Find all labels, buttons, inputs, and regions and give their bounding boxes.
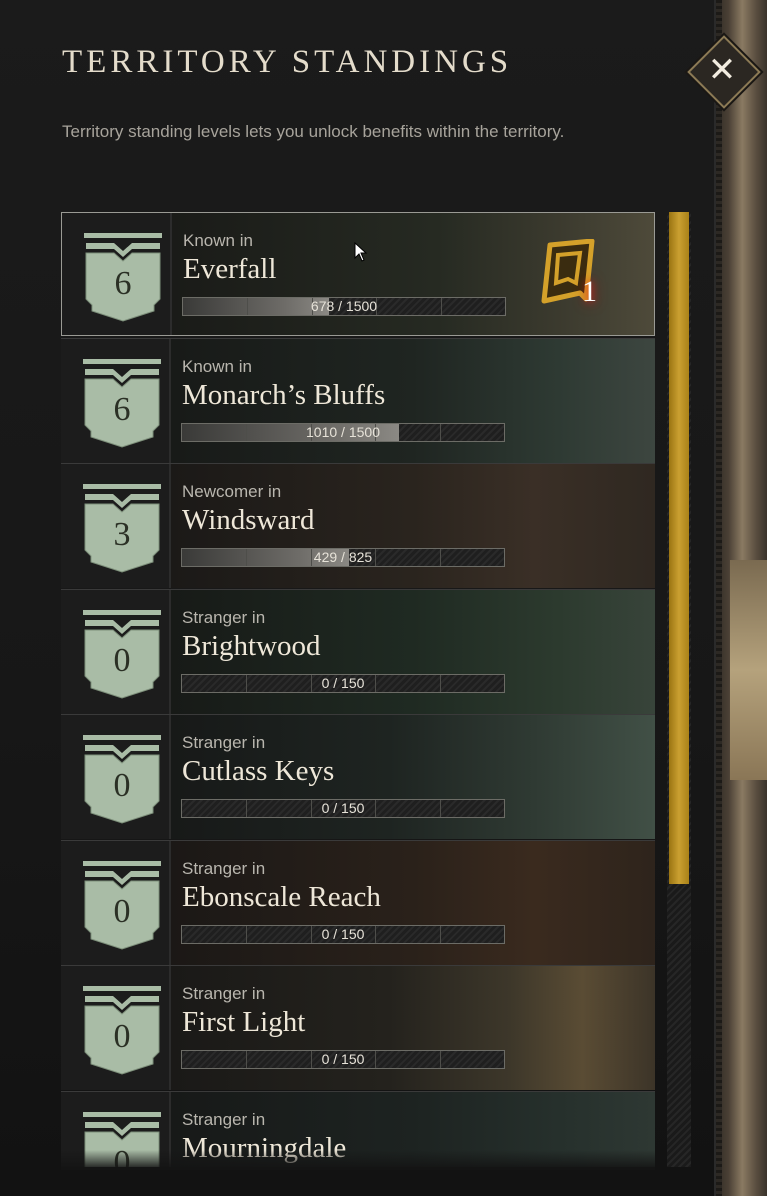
quest-count-badge: 1 bbox=[582, 275, 597, 308]
panel-description: Territory standing levels lets you unloc… bbox=[62, 122, 565, 141]
standing-status: Known in bbox=[182, 356, 252, 376]
territory-row[interactable]: 3 Newcomer in Windsward 429 / 825 bbox=[61, 463, 655, 588]
shield-icon: 0 bbox=[83, 986, 161, 1076]
territory-list: 6 Known in Everfall 678 / 1500 1 6 Known in Mon… bbox=[61, 212, 655, 1167]
progress-text: 0 / 150 bbox=[321, 674, 365, 691]
territory-row[interactable]: 0 Stranger in Cutlass Keys 0 / 150 bbox=[61, 714, 655, 839]
close-button[interactable]: ✕ bbox=[687, 35, 761, 109]
standing-progress-bar: 678 / 1500 bbox=[182, 297, 506, 316]
territory-name: Cutlass Keys bbox=[182, 755, 335, 787]
territory-name: First Light bbox=[182, 1006, 306, 1038]
standing-progress-bar: 0 / 150 bbox=[181, 673, 505, 693]
territory-name: Windsward bbox=[182, 504, 315, 536]
territory-level: 0 bbox=[113, 767, 131, 804]
world-map-background bbox=[712, 0, 767, 1196]
level-badge-column: 0 bbox=[61, 840, 171, 965]
standing-progress-bar: 0 / 150 bbox=[181, 799, 505, 818]
territory-standings-panel: TERRITORY STANDINGS Territory standing l… bbox=[0, 0, 716, 1196]
standing-progress-bar: 0 / 150 bbox=[181, 1050, 505, 1069]
territory-level: 6 bbox=[113, 390, 131, 428]
territory-name: Everfall bbox=[183, 253, 277, 285]
level-badge-column: 0 bbox=[61, 589, 171, 714]
standing-progress-bar: 0 / 150 bbox=[181, 924, 505, 944]
standing-progress-bar: 1010 / 1500 bbox=[181, 422, 505, 442]
close-icon: ✕ bbox=[707, 50, 737, 90]
territory-name: Monarch’s Bluffs bbox=[182, 378, 386, 411]
territory-row[interactable]: 6 Known in Everfall 678 / 1500 1 bbox=[61, 212, 655, 336]
standing-progress-bar: 429 / 825 bbox=[181, 548, 505, 567]
level-badge-column: 6 bbox=[62, 213, 172, 335]
shield-icon: 0 bbox=[83, 609, 161, 700]
shield-icon: 6 bbox=[84, 233, 162, 323]
standing-status: Stranger in bbox=[182, 984, 266, 1003]
territory-row[interactable]: 0 Stranger in Brightwood 0 / 150 bbox=[61, 588, 655, 714]
standing-status: Stranger in bbox=[182, 858, 266, 878]
page-title: TERRITORY STANDINGS bbox=[62, 44, 513, 80]
territory-level: 0 bbox=[113, 1018, 131, 1055]
quest-notice-icon[interactable]: 1 bbox=[540, 238, 602, 311]
standing-status: Stranger in bbox=[182, 1109, 266, 1129]
shield-icon: 0 bbox=[83, 860, 161, 951]
level-badge-column: 0 bbox=[61, 715, 171, 839]
territory-row[interactable]: 0 Stranger in First Light 0 / 150 bbox=[61, 965, 655, 1090]
standing-status: Stranger in bbox=[182, 607, 266, 627]
progress-text: 678 / 1500 bbox=[310, 298, 378, 314]
list-fade bbox=[61, 1150, 655, 1170]
territory-level: 0 bbox=[113, 892, 131, 930]
scrollbar-thumb[interactable] bbox=[669, 212, 689, 884]
territory-row[interactable]: 6 Known in Monarch’s Bluffs 1010 / 1500 bbox=[61, 337, 655, 463]
territory-name: Brightwood bbox=[182, 629, 321, 662]
standing-status: Stranger in bbox=[182, 733, 266, 752]
standing-status: Newcomer in bbox=[182, 482, 282, 501]
mouse-cursor-icon bbox=[354, 242, 368, 262]
territory-name: Ebonscale Reach bbox=[182, 880, 381, 913]
level-badge-column: 0 bbox=[61, 966, 171, 1090]
shield-icon: 6 bbox=[83, 358, 161, 449]
territory-level: 6 bbox=[114, 265, 132, 302]
shield-icon: 3 bbox=[83, 484, 161, 574]
level-badge-column: 6 bbox=[61, 338, 171, 463]
level-badge-column: 3 bbox=[61, 464, 171, 588]
progress-text: 1010 / 1500 bbox=[306, 423, 380, 440]
progress-text: 0 / 150 bbox=[321, 925, 365, 942]
standing-status: Known in bbox=[183, 231, 253, 250]
progress-text: 429 / 825 bbox=[313, 549, 373, 565]
progress-text: 0 / 150 bbox=[321, 800, 365, 816]
territory-level: 3 bbox=[113, 516, 131, 553]
territory-level: 0 bbox=[113, 641, 131, 679]
progress-text: 0 / 150 bbox=[321, 1051, 365, 1067]
shield-icon: 0 bbox=[83, 735, 161, 825]
territory-row[interactable]: 0 Stranger in Ebonscale Reach 0 / 150 bbox=[61, 839, 655, 965]
